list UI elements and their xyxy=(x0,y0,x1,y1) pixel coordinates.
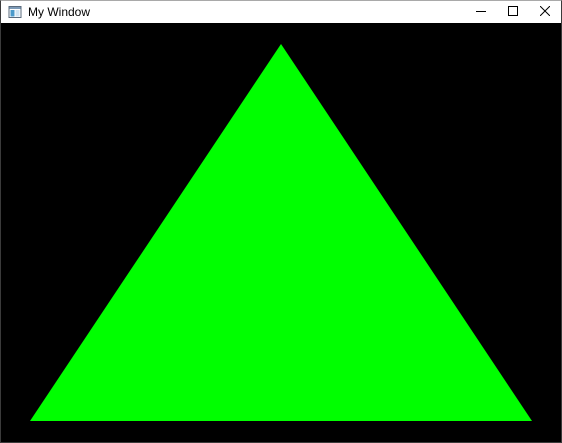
window-title: My Window xyxy=(28,5,91,19)
render-surface xyxy=(1,23,561,442)
minimize-button[interactable] xyxy=(465,1,497,23)
maximize-button[interactable] xyxy=(497,1,529,23)
close-icon xyxy=(539,3,551,21)
render-canvas[interactable] xyxy=(1,23,561,442)
close-button[interactable] xyxy=(529,1,561,23)
title-bar[interactable]: My Window xyxy=(1,1,561,23)
app-window: My Window xyxy=(0,0,562,443)
maximize-icon xyxy=(508,3,518,21)
window-app-icon[interactable] xyxy=(7,4,23,20)
minimize-icon xyxy=(476,3,486,21)
window-controls xyxy=(465,1,561,23)
